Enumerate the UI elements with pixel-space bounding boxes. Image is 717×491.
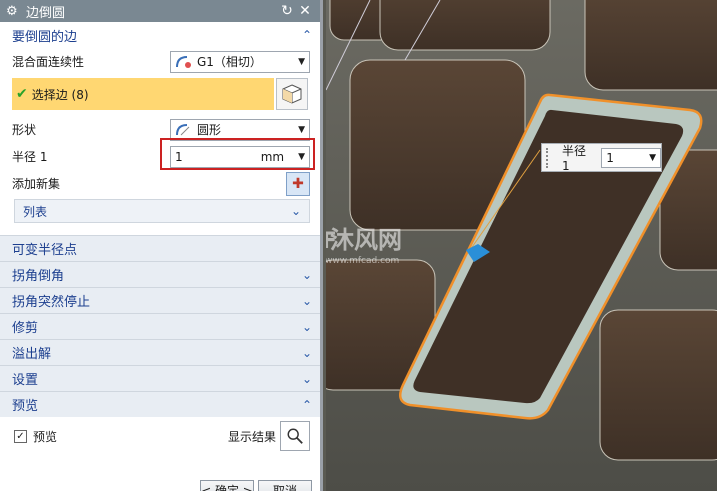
shape-value: 圆形 xyxy=(197,123,222,137)
radius-popup-value: 1 xyxy=(606,150,614,165)
dialog-title: 边倒圆 xyxy=(26,5,66,21)
select-edge-label: 选择边 (8) xyxy=(31,87,89,102)
section-label: 要倒圆的边 xyxy=(12,29,78,45)
list-toggle[interactable]: 列表 ⌄ xyxy=(14,199,310,223)
section-edges-to-blend[interactable]: 要倒圆的边 ⌃ xyxy=(0,22,320,48)
graphics-viewport[interactable]: MF 沐风网 www.mfcad.com xyxy=(326,0,717,491)
section-corner-setback[interactable]: 拐角倒角 ⌄ xyxy=(0,261,320,287)
shape-label: 形状 xyxy=(12,123,37,137)
section-label: 设置 xyxy=(12,373,39,388)
show-result-label: 显示结果 xyxy=(227,429,276,444)
chevron-down-icon: ⌄ xyxy=(290,204,301,218)
checkmark-icon: ✔ xyxy=(16,86,28,102)
chevron-up-icon: ⌃ xyxy=(301,28,312,42)
section-overflow[interactable]: 溢出解 ⌄ xyxy=(0,339,320,365)
add-set-label: 添加新集 xyxy=(12,177,61,191)
chevron-down-icon: ⌄ xyxy=(301,267,312,282)
continuity-dropdown[interactable]: G1（相切） ▼ xyxy=(170,50,310,73)
add-set-row: 添加新集 ✚ xyxy=(0,170,320,197)
section-label: 预览 xyxy=(12,399,39,414)
drag-handle[interactable] xyxy=(546,147,552,168)
radius-popup-input[interactable]: 1 ▼ xyxy=(601,147,662,168)
radius-label: 半径 1 xyxy=(12,150,48,164)
section-label: 修剪 xyxy=(12,321,39,336)
preview-row: ✓ 预览 显示结果 xyxy=(0,421,320,451)
edge-blend-dialog: ⚙ 边倒圆 ↻ ✕ 要倒圆的边 ⌃ 混合面连续性 G1（相切） ▼ ✔ 选择边 … xyxy=(0,0,323,491)
cube-icon xyxy=(282,84,302,104)
chevron-down-icon: ⌄ xyxy=(301,371,312,386)
list-label: 列表 xyxy=(23,204,48,219)
select-edge-button[interactable]: ✔ 选择边 (8) xyxy=(12,78,274,110)
section-trim[interactable]: 修剪 ⌄ xyxy=(0,313,320,339)
chevron-up-icon: ⌃ xyxy=(301,397,312,412)
watermark: MF 沐风网 www.mfcad.com xyxy=(326,226,402,266)
continuity-row: 混合面连续性 G1（相切） ▼ xyxy=(0,48,320,75)
chevron-down-icon[interactable]: ▼ xyxy=(649,153,656,163)
continuity-label: 混合面连续性 xyxy=(12,55,85,69)
chevron-down-icon: ⌄ xyxy=(301,345,312,360)
chevron-down-icon: ⌄ xyxy=(301,293,312,308)
section-settings[interactable]: 设置 ⌄ xyxy=(0,365,320,391)
chevron-down-icon: ▼ xyxy=(298,124,305,135)
ok-button[interactable]: < 确定 > xyxy=(200,480,254,491)
dialog-titlebar: ⚙ 边倒圆 ↻ ✕ xyxy=(0,0,320,22)
circular-shape-icon xyxy=(176,123,190,135)
section-label: 拐角倒角 xyxy=(12,269,65,284)
chevron-down-icon: ⌄ xyxy=(301,319,312,334)
tangent-continuity-icon xyxy=(176,55,191,68)
close-icon[interactable]: ✕ xyxy=(296,3,314,19)
show-result-button[interactable] xyxy=(280,421,310,451)
add-set-icon: ✚ xyxy=(292,175,304,192)
select-edge-row: ✔ 选择边 (8) xyxy=(12,77,308,111)
cancel-button[interactable]: 取消 xyxy=(258,480,312,491)
continuity-value: G1（相切） xyxy=(197,55,262,69)
section-label: 可变半径点 xyxy=(12,243,78,258)
preview-checkbox-label: 预览 xyxy=(33,429,58,444)
edge-selection-cube-button[interactable] xyxy=(276,78,308,110)
section-label: 溢出解 xyxy=(12,347,52,362)
radius-highlight-frame xyxy=(160,138,315,170)
section-stop-short-of-corner[interactable]: 拐角突然停止 ⌄ xyxy=(0,287,320,313)
gear-icon[interactable]: ⚙ xyxy=(6,4,22,19)
watermark-cn: 沐风网 xyxy=(330,226,402,254)
radius-popup-label: 半径 1 xyxy=(561,144,586,173)
chevron-down-icon: ▼ xyxy=(298,56,305,67)
section-variable-radius[interactable]: 可变半径点 xyxy=(0,235,320,261)
section-preview[interactable]: 预览 ⌃ xyxy=(0,391,320,417)
section-label: 拐角突然停止 xyxy=(12,295,91,310)
magnifier-icon xyxy=(287,428,303,444)
reset-icon[interactable]: ↻ xyxy=(278,3,296,19)
watermark-en: www.mfcad.com xyxy=(326,256,399,266)
radius-popup: 半径 1 1 ▼ xyxy=(541,143,662,173)
preview-checkbox[interactable]: ✓ xyxy=(14,429,27,443)
add-new-set-button[interactable]: ✚ xyxy=(286,171,310,196)
